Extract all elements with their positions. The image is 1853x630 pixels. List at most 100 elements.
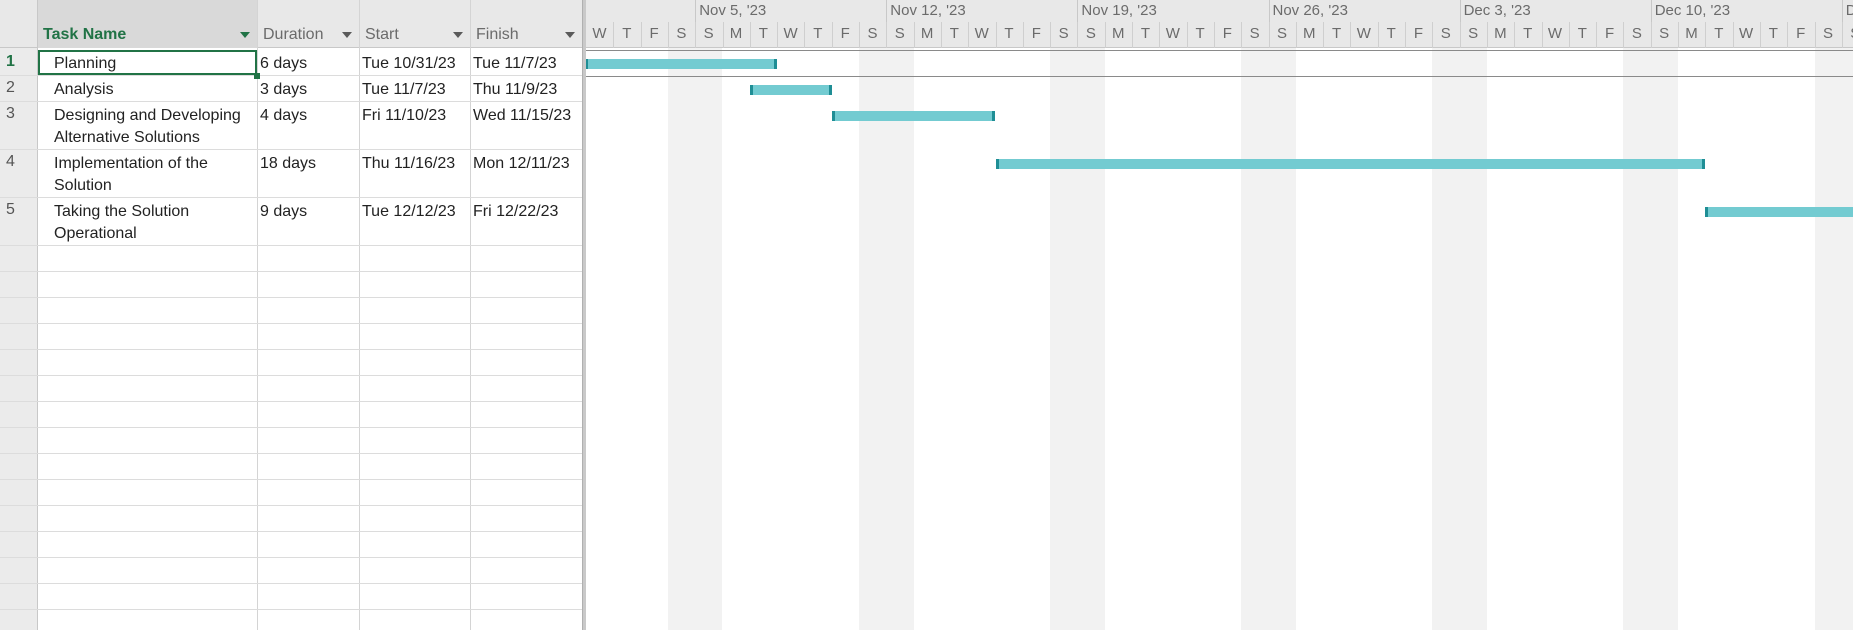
timescale-day-divider (777, 22, 779, 48)
column-header-duration[interactable]: Duration (257, 0, 359, 48)
filter-dropdown-icon[interactable] (565, 32, 575, 38)
table-row[interactable]: 5 Taking the Solution Operational 9 days… (0, 198, 584, 246)
timescale-day-label: T (1577, 25, 1587, 42)
task-name-cell[interactable]: Taking the Solution Operational (38, 198, 257, 245)
timescale-day-label: T (813, 25, 823, 42)
timescale-day-label: M (920, 25, 934, 42)
empty-row[interactable] (0, 324, 584, 350)
timescale-week-divider (695, 0, 697, 22)
timescale-day-divider (640, 22, 642, 48)
task-name-cell[interactable]: Implementation of the Solution (38, 150, 257, 197)
start-cell[interactable]: Fri 11/10/23 (359, 102, 470, 149)
start-cell[interactable]: Thu 11/16/23 (359, 150, 470, 197)
timescale-week-divider (1268, 0, 1270, 22)
timescale-day-divider (968, 22, 970, 48)
task-bar[interactable] (831, 111, 996, 121)
timescale-day-divider (1568, 22, 1570, 48)
timescale-day-label: T (1523, 25, 1533, 42)
column-header-finish[interactable]: Finish (470, 0, 582, 48)
filter-dropdown-icon[interactable] (342, 32, 352, 38)
duration-cell[interactable]: 3 days (257, 76, 359, 101)
empty-row[interactable] (0, 350, 584, 376)
duration-cell[interactable]: 4 days (257, 102, 359, 149)
timescale-week-label: Nov 5, '23 (699, 2, 767, 19)
duration-cell[interactable]: 6 days (257, 50, 359, 75)
start-cell[interactable]: Tue 12/12/23 (359, 198, 470, 245)
row-number[interactable]: 3 (0, 102, 38, 149)
empty-row[interactable] (0, 272, 584, 298)
timescale-day-divider (1241, 22, 1243, 48)
row-number[interactable]: 2 (0, 76, 38, 101)
timescale-day-divider (1213, 22, 1215, 48)
task-bar[interactable] (995, 159, 1706, 169)
timescale-day-label: S (894, 25, 905, 42)
finish-cell[interactable]: Mon 12/11/23 (470, 150, 582, 197)
timescale-day-divider (1132, 22, 1133, 48)
finish-cell[interactable]: Thu 11/9/23 (470, 76, 582, 101)
timescale-day-label: W (1356, 25, 1371, 42)
timescale-day-label: F (1031, 25, 1041, 42)
table-row[interactable]: 4 Implementation of the Solution 18 days… (0, 150, 584, 198)
filter-dropdown-icon[interactable] (453, 32, 463, 38)
empty-row[interactable] (0, 558, 584, 584)
empty-row[interactable] (0, 376, 584, 402)
task-name-cell[interactable]: Planning (38, 50, 257, 75)
timescale-day-label: M (1494, 25, 1507, 42)
column-header-start[interactable]: Start (359, 0, 470, 48)
start-cell[interactable]: Tue 11/7/23 (359, 76, 470, 101)
timescale-day-divider (1705, 22, 1707, 48)
timescale-day-divider (1050, 22, 1052, 48)
timescale-day-label: S (1085, 25, 1096, 42)
timescale-day-label: S (1276, 25, 1287, 42)
finish-cell[interactable]: Fri 12/22/23 (470, 198, 582, 245)
task-bar[interactable] (1705, 207, 1853, 217)
timescale-day-label: M (1111, 25, 1125, 42)
empty-row[interactable] (0, 402, 584, 428)
empty-row[interactable] (0, 246, 584, 272)
duration-cell[interactable]: 18 days (257, 150, 359, 197)
table-row[interactable]: 2 Analysis 3 days Tue 11/7/23 Thu 11/9/2… (0, 76, 584, 102)
timescale-day-label: T (949, 25, 959, 42)
timescale-day-label: W (1547, 25, 1563, 42)
table-row[interactable]: 1 Planning 6 days Tue 10/31/23 Tue 11/7/… (0, 50, 584, 76)
empty-row[interactable] (0, 428, 584, 454)
timescale-week-label: Nov 19, '23 (1081, 2, 1157, 19)
timescale-day-label: S (867, 25, 878, 42)
empty-row[interactable] (0, 454, 584, 480)
duration-cell[interactable]: 9 days (257, 198, 359, 245)
timescale-day-label: W (1165, 25, 1180, 42)
task-name-cell[interactable]: Analysis (38, 76, 257, 101)
timescale-day-divider (804, 22, 806, 48)
filter-dropdown-icon[interactable] (240, 32, 250, 38)
empty-row[interactable] (0, 610, 584, 630)
finish-cell[interactable]: Wed 11/15/23 (470, 102, 582, 149)
timescale-day-divider (1295, 22, 1297, 48)
finish-cell[interactable]: Tue 11/7/23 (470, 50, 582, 75)
timescale-week-divider (1841, 0, 1843, 22)
row-number[interactable]: 1 (0, 50, 38, 75)
timescale-day-divider (749, 22, 751, 48)
timescale-minor: WTFSSMTWTFSSMTWTFSSMTWTFSSMTWTFSSMTWTFSS… (586, 22, 1853, 48)
column-header-task-name[interactable]: Task Name (38, 0, 257, 48)
empty-row[interactable] (0, 506, 584, 532)
task-name-cell[interactable]: Designing and Developing Alternative Sol… (38, 102, 257, 149)
empty-row[interactable] (0, 298, 584, 324)
timescale-day-label: T (1386, 25, 1396, 42)
empty-row[interactable] (0, 532, 584, 558)
timescale-day-label: M (1303, 25, 1316, 42)
timescale-day-divider (1623, 22, 1625, 48)
timescale-day-label: F (649, 25, 659, 42)
empty-row[interactable] (0, 584, 584, 610)
task-bar[interactable] (586, 59, 778, 69)
timescale-day-label: S (703, 25, 714, 42)
table-row[interactable]: 3 Designing and Developing Alternative S… (0, 102, 584, 150)
timescale-day-divider (695, 22, 697, 48)
timescale-day-label: S (1468, 25, 1479, 42)
row-number[interactable]: 4 (0, 150, 38, 197)
row-number[interactable]: 5 (0, 198, 38, 245)
start-cell[interactable]: Tue 10/31/23 (359, 50, 470, 75)
empty-row[interactable] (0, 480, 584, 506)
task-bar[interactable] (749, 85, 832, 95)
select-all-corner[interactable] (0, 0, 38, 48)
column-header-task-name-label: Task Name (43, 26, 127, 43)
